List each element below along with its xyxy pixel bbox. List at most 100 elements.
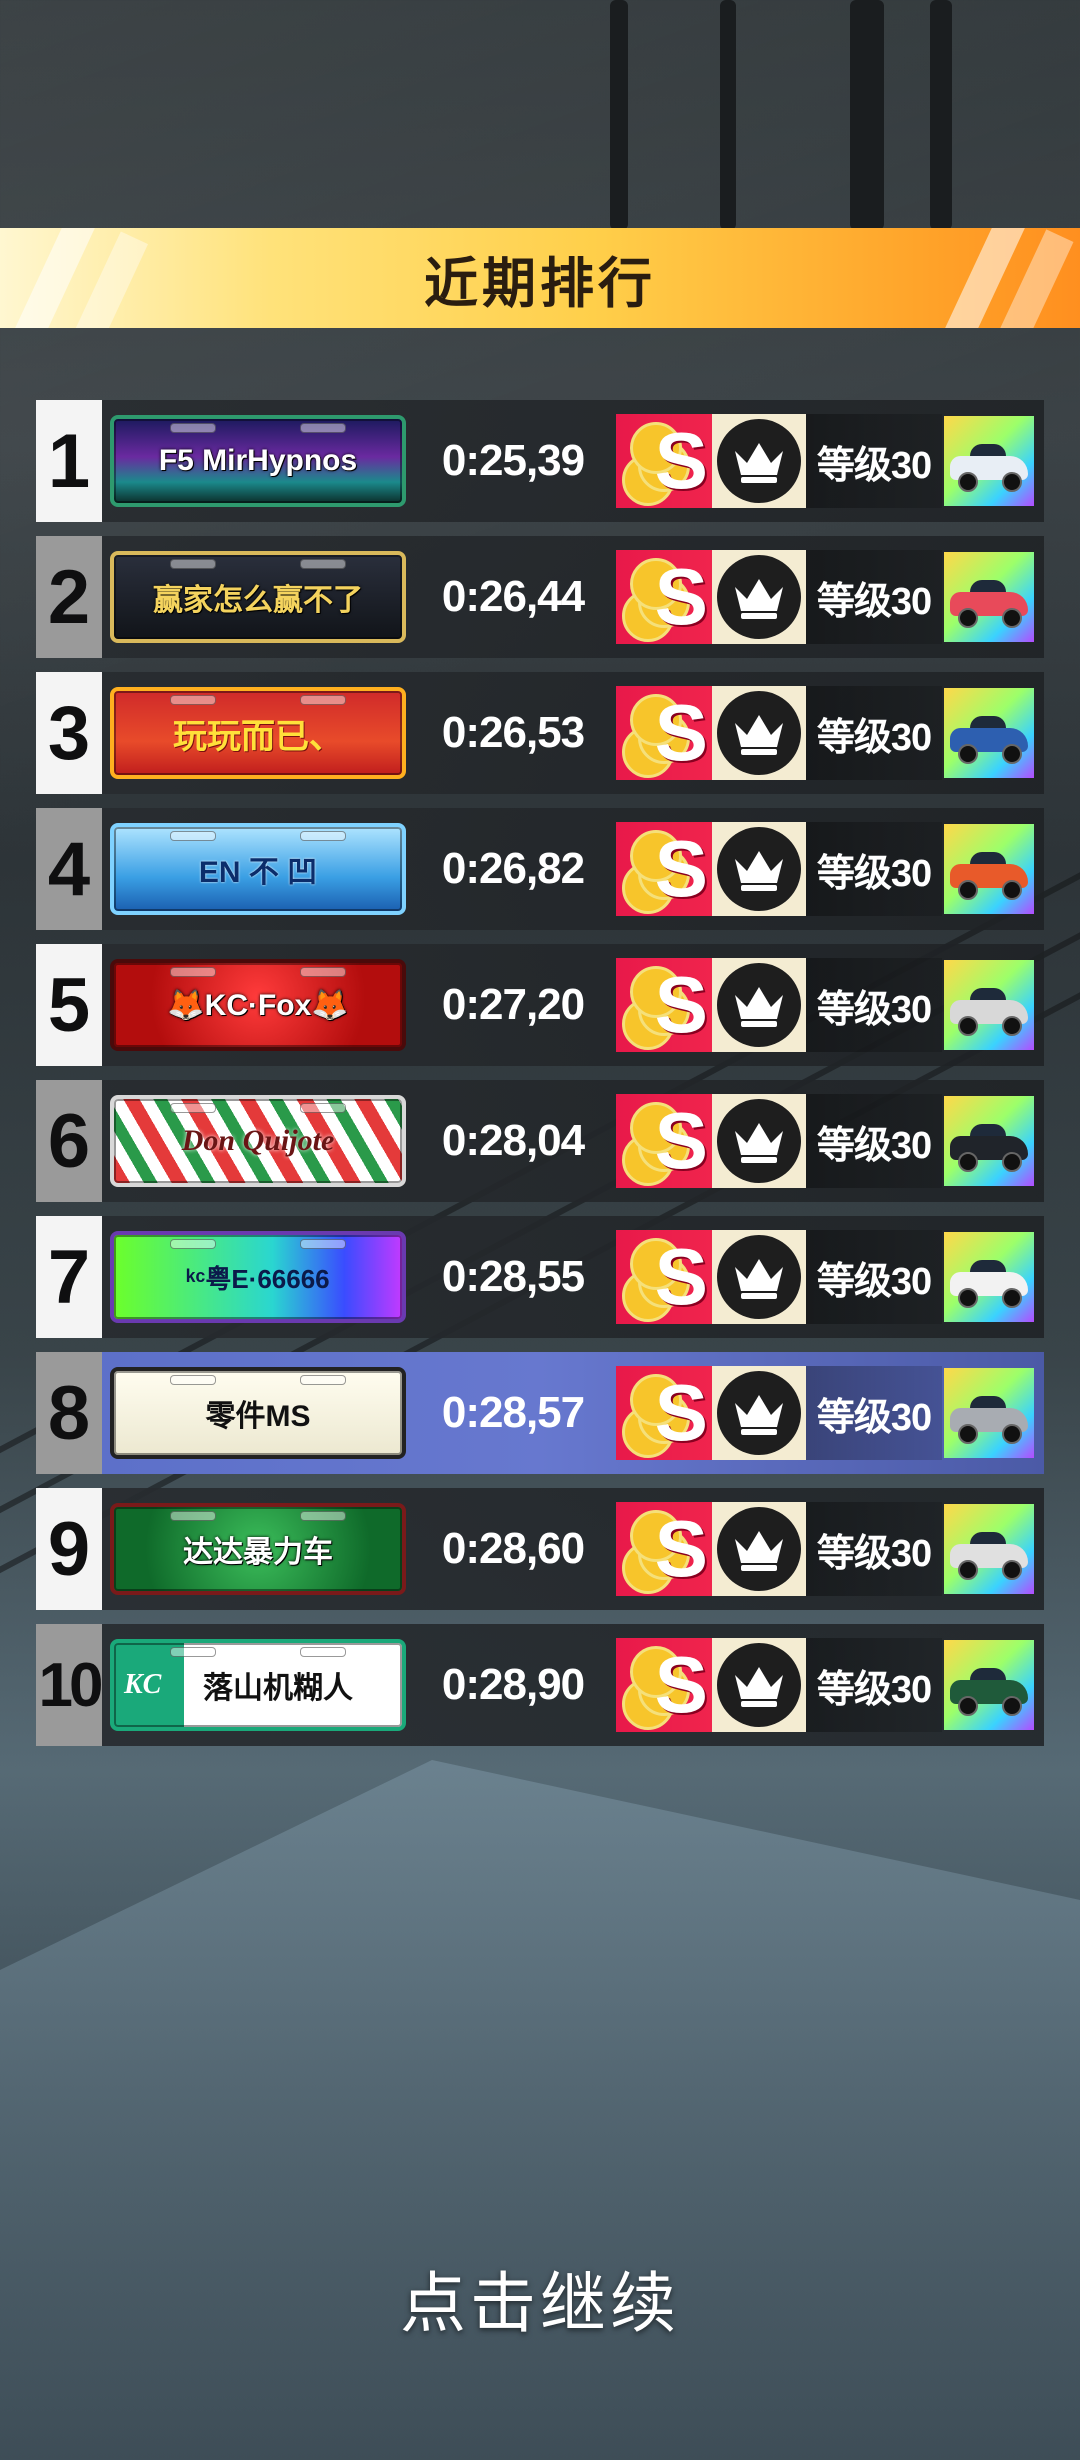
crown-icon: [717, 1371, 801, 1455]
rank-number: 6: [36, 1080, 102, 1202]
plate-slot: [170, 831, 216, 841]
license-plate[interactable]: 零件MS: [110, 1367, 406, 1459]
crown-badge: [712, 822, 806, 916]
crown-icon: [717, 555, 801, 639]
car-thumbnail[interactable]: [944, 1232, 1034, 1322]
leaderboard-row[interactable]: 10 KC 落山机糊人 0:28,90 S 等级30: [36, 1624, 1044, 1746]
plate-slot: [170, 695, 216, 705]
leaderboard-row[interactable]: 1 F5 MirHypnos 0:25,39 S 等级30: [36, 400, 1044, 522]
crown-icon: [717, 827, 801, 911]
page-title: 近期排行: [424, 253, 656, 314]
s-rank-badge: S: [616, 1094, 712, 1188]
car-thumbnail[interactable]: [944, 824, 1034, 914]
player-name: 赢家怎么赢不了: [153, 584, 363, 617]
car-thumbnail[interactable]: [944, 416, 1034, 506]
license-plate[interactable]: 赢家怎么赢不了: [110, 551, 406, 643]
plate-slot: [300, 831, 346, 841]
lap-time: 0:26,53: [441, 708, 585, 757]
plate-slot: [300, 695, 346, 705]
leaderboard-row[interactable]: 9 达达暴力车 0:28,60 S 等级30: [36, 1488, 1044, 1610]
rank-number: 8: [36, 1352, 102, 1474]
lap-time: 0:26,82: [441, 844, 585, 893]
wheel-icon: [958, 1152, 978, 1172]
car-thumbnail[interactable]: [944, 1504, 1034, 1594]
s-letter: S: [654, 824, 708, 913]
leaderboard-row[interactable]: 3 玩玩而已、 0:26,53 S 等级30: [36, 672, 1044, 794]
crown-icon: [717, 419, 801, 503]
s-letter: S: [654, 1232, 708, 1321]
s-rank-badge: S: [616, 1502, 712, 1596]
lap-time: 0:25,39: [441, 436, 585, 485]
license-plate[interactable]: 玩玩而已、: [110, 687, 406, 779]
player-name: 零件MS: [205, 1400, 311, 1433]
snow-slope: [0, 1760, 1080, 2460]
s-letter: S: [654, 1504, 708, 1593]
car-thumbnail[interactable]: [944, 960, 1034, 1050]
tree-trunk: [610, 0, 628, 230]
player-level: 等级30: [806, 686, 942, 780]
plate-slot: [300, 1103, 346, 1113]
plate-slot: [170, 967, 216, 977]
car-thumbnail[interactable]: [944, 1368, 1034, 1458]
wheel-icon: [958, 1288, 978, 1308]
wheel-icon: [958, 472, 978, 492]
rank-number: 3: [36, 672, 102, 794]
leaderboard-row[interactable]: 4 EN 不 凹 0:26,82 S 等级30: [36, 808, 1044, 930]
leaderboard-row[interactable]: 8 零件MS 0:28,57 S 等级30: [36, 1352, 1044, 1474]
s-rank-badge: S: [616, 550, 712, 644]
wheel-icon: [958, 880, 978, 900]
player-level: 等级30: [806, 1094, 942, 1188]
plate-slot: [300, 559, 346, 569]
wheel-icon: [958, 608, 978, 628]
player-level: 等级30: [806, 1366, 942, 1460]
leaderboard-row[interactable]: 6 Don Quijote 0:28,04 S 等级30: [36, 1080, 1044, 1202]
s-rank-badge: S: [616, 958, 712, 1052]
plate-slot: [300, 423, 346, 433]
crown-badge: [712, 550, 806, 644]
plate-slot: [170, 1647, 216, 1657]
s-rank-badge: S: [616, 1638, 712, 1732]
license-plate[interactable]: 达达暴力车: [110, 1503, 406, 1595]
crown-badge: [712, 686, 806, 780]
leaderboard-row[interactable]: 2 赢家怎么赢不了 0:26,44 S 等级30: [36, 536, 1044, 658]
license-plate[interactable]: EN 不 凹: [110, 823, 406, 915]
tap-to-continue[interactable]: 点击继续: [0, 2250, 1080, 2346]
tree-trunk: [930, 0, 952, 230]
license-plate[interactable]: ᵏᶜ粤E·66666: [110, 1231, 406, 1323]
s-letter: S: [654, 1368, 708, 1457]
license-plate[interactable]: 🦊KC·Fox🦊: [110, 959, 406, 1051]
license-plate[interactable]: F5 MirHypnos: [110, 415, 406, 507]
s-rank-badge: S: [616, 686, 712, 780]
plate-slot: [300, 967, 346, 977]
player-level: 等级30: [806, 414, 942, 508]
tree-trunk: [850, 0, 884, 230]
wheel-icon: [1002, 1288, 1022, 1308]
player-name: EN 不 凹: [198, 856, 318, 889]
car-thumbnail[interactable]: [944, 1096, 1034, 1186]
license-plate[interactable]: Don Quijote: [110, 1095, 406, 1187]
crown-icon: [717, 1235, 801, 1319]
wheel-icon: [958, 744, 978, 764]
license-plate[interactable]: KC 落山机糊人: [110, 1639, 406, 1731]
wheel-icon: [1002, 880, 1022, 900]
lap-time: 0:28,90: [441, 1660, 585, 1709]
wheel-icon: [1002, 1016, 1022, 1036]
s-letter: S: [654, 416, 708, 505]
lap-time: 0:28,55: [441, 1252, 585, 1301]
s-letter: S: [654, 688, 708, 777]
leaderboard-row[interactable]: 5 🦊KC·Fox🦊 0:27,20 S 等级30: [36, 944, 1044, 1066]
player-name: Don Quijote: [181, 1124, 335, 1157]
leaderboard-row[interactable]: 7 ᵏᶜ粤E·66666 0:28,55 S 等级30: [36, 1216, 1044, 1338]
lap-time: 0:28,57: [441, 1388, 585, 1437]
s-rank-badge: S: [616, 1230, 712, 1324]
plate-slot: [170, 559, 216, 569]
rank-number: 9: [36, 1488, 102, 1610]
plate-slot: [300, 1375, 346, 1385]
plate-slot: [300, 1511, 346, 1521]
car-thumbnail[interactable]: [944, 1640, 1034, 1730]
player-name: 玩玩而已、: [173, 717, 343, 756]
wheel-icon: [958, 1424, 978, 1444]
title-banner: 近期排行: [0, 228, 1080, 328]
car-thumbnail[interactable]: [944, 688, 1034, 778]
car-thumbnail[interactable]: [944, 552, 1034, 642]
